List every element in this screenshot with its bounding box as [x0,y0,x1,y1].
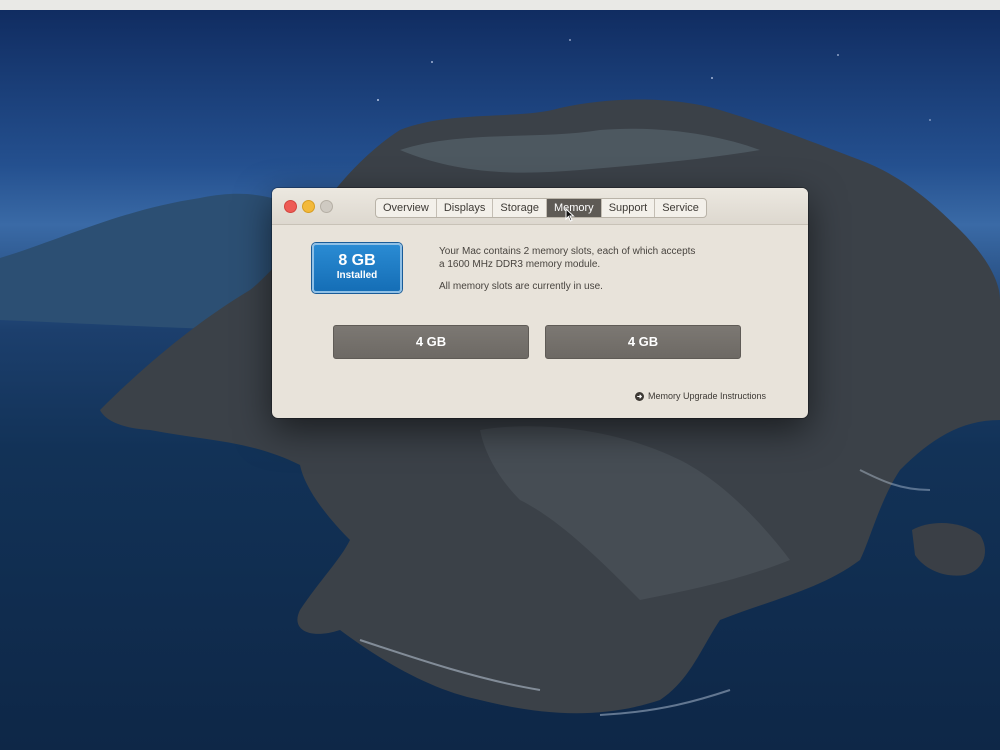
memory-status-text: All memory slots are currently in use. [439,281,603,292]
desktop: Overview Displays Storage Memory Support… [0,0,1000,750]
close-button[interactable] [284,200,297,213]
tab-storage[interactable]: Storage [493,199,547,217]
memory-description: Your Mac contains 2 memory slots, each o… [439,245,759,293]
mouse-pointer-icon [565,208,575,222]
tab-overview[interactable]: Overview [376,199,437,217]
tab-service[interactable]: Service [655,199,706,217]
memory-upgrade-link-label: Memory Upgrade Instructions [647,391,766,401]
memory-description-line-2: a 1600 MHz DDR3 memory module. [439,259,601,270]
tab-support[interactable]: Support [602,199,656,217]
arrow-right-circle-icon [634,391,644,401]
minimize-button[interactable] [302,200,315,213]
memory-slot-1: 4 GB [333,325,529,359]
about-this-mac-window: Overview Displays Storage Memory Support… [272,188,808,418]
zoom-button[interactable] [320,200,333,213]
tab-bar: Overview Displays Storage Memory Support… [375,198,707,218]
installed-memory-size: 8 GB [338,252,376,269]
memory-upgrade-instructions-link[interactable]: Memory Upgrade Instructions [634,391,766,401]
installed-memory-label: Installed [336,270,378,281]
tab-displays[interactable]: Displays [437,199,494,217]
memory-description-line-1: Your Mac contains 2 memory slots, each o… [439,246,696,257]
title-bar[interactable]: Overview Displays Storage Memory Support… [272,188,808,225]
screen-bezel [0,0,1000,10]
memory-slot-2: 4 GB [545,325,741,359]
memory-panel: 8 GB Installed Your Mac contains 2 memor… [272,225,808,418]
installed-memory-badge: 8 GB Installed [312,243,402,293]
